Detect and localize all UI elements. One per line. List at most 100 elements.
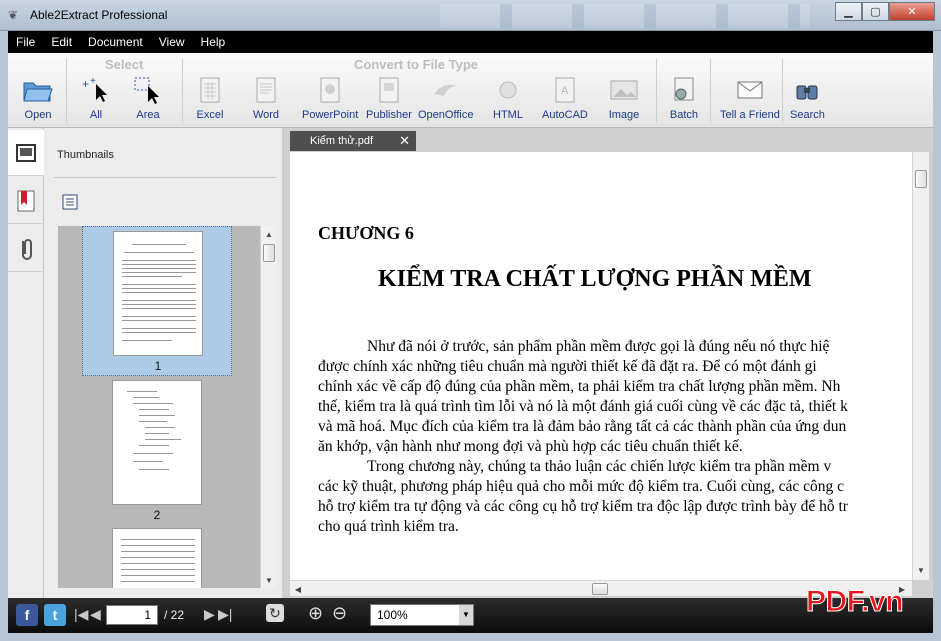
thumbnail-page-number: 1 (154, 359, 162, 373)
scroll-left-arrow-icon[interactable]: ◀ (290, 581, 306, 597)
page-number-input[interactable]: 1 (106, 605, 158, 625)
convert-group-label: Convert to File Type (354, 57, 478, 72)
scroll-down-arrow-icon[interactable]: ▼ (913, 562, 929, 578)
bookmarks-panel-tab[interactable] (8, 178, 44, 224)
thumbnails-panel-tab[interactable] (8, 130, 44, 176)
select-area-button[interactable]: Area (132, 75, 164, 125)
thumbnail-scrollbar[interactable]: ▲ ▼ (260, 226, 276, 588)
menu-document[interactable]: Document (80, 35, 151, 49)
twitter-icon[interactable]: t (44, 604, 66, 626)
convert-html-button[interactable]: HTML (492, 75, 524, 125)
page-thumbnail[interactable]: 2 (82, 378, 232, 528)
image-file-icon (608, 75, 640, 105)
menu-help[interactable]: Help (193, 35, 234, 49)
thumbnail-page-image (112, 380, 202, 505)
chapter-heading: KIỂM TRA CHẤT LƯỢNG PHẦN MỀM (378, 266, 812, 292)
ribbon-ghost-background (440, 4, 810, 28)
body-text-line: và mã hoá. Mục đích của kiểm tra là đảm … (318, 418, 847, 435)
body-text-line: Trong chương này, chúng ta thảo luận các… (367, 458, 832, 475)
window-frame-left (0, 31, 8, 641)
toolbar-separator (66, 59, 67, 123)
scrollbar-thumb[interactable] (592, 583, 608, 595)
body-text-line: ăn khớp, vận hành như mong đợi và phù hợ… (318, 438, 743, 455)
menu-file[interactable]: File (8, 35, 43, 49)
menu-edit[interactable]: Edit (43, 35, 80, 49)
thumbnail-page-image (113, 231, 203, 356)
open-button[interactable]: Open (22, 75, 54, 125)
convert-word-button[interactable]: Word (250, 75, 282, 125)
thumbnail-page-number: 2 (153, 508, 161, 522)
convert-openoffice-button[interactable]: OpenOffice (418, 75, 473, 125)
previous-page-icon[interactable]: ◀ (90, 606, 101, 623)
autocad-file-icon: A (549, 75, 581, 105)
svg-text:+: + (90, 76, 96, 87)
tell-a-friend-button[interactable]: Tell a Friend (720, 75, 780, 125)
html-globe-icon (492, 75, 524, 105)
svg-text:+: + (82, 77, 89, 91)
divider (54, 177, 276, 178)
thumbnails-panel: Thumbnails 1 2 ▲ ▼ (44, 128, 282, 598)
body-text-line: hỗ trợ kiểm tra tự động và các công cụ h… (318, 498, 848, 515)
select-group-label: Select (105, 57, 144, 72)
powerpoint-file-icon (314, 75, 346, 105)
status-bar: f t |◀ ◀ 1 / 22 ▶ ▶| ↻ ⊕ ⊖ 100% ▼ (8, 598, 933, 633)
scrollbar-thumb[interactable] (915, 170, 927, 188)
convert-publisher-button[interactable]: Publisher (366, 75, 412, 125)
publisher-file-icon (373, 75, 405, 105)
close-tab-icon[interactable]: ✕ (399, 133, 410, 149)
first-page-icon[interactable]: |◀ (74, 606, 88, 623)
window-frame-bottom (0, 633, 941, 641)
zoom-select[interactable]: 100% ▼ (370, 604, 474, 626)
toolbar-separator (182, 59, 183, 123)
search-button[interactable]: Search (790, 75, 825, 125)
word-file-icon (250, 75, 282, 105)
chevron-down-icon[interactable]: ▼ (459, 605, 473, 625)
select-area-cursor-icon (132, 75, 164, 105)
scroll-down-arrow-icon[interactable]: ▼ (261, 572, 277, 588)
excel-file-icon (194, 75, 226, 105)
page-thumbnail[interactable] (82, 528, 232, 588)
scroll-up-arrow-icon[interactable]: ▲ (261, 226, 277, 242)
batch-gear-icon (668, 75, 700, 105)
thumbnail-options-icon[interactable] (62, 194, 78, 210)
close-button[interactable]: ✕ (889, 2, 935, 21)
zoom-value: 100% (377, 608, 408, 622)
toolbar-separator (656, 59, 657, 123)
page-total: / 22 (164, 608, 185, 622)
thumbnail-page-image (112, 528, 202, 588)
last-page-icon[interactable]: ▶| (218, 606, 232, 623)
thumbnails-icon (16, 143, 36, 162)
convert-autocad-button[interactable]: A AutoCAD (542, 75, 588, 125)
body-text-line: các kỹ thuật, phương pháp hiệu quả cho m… (318, 478, 845, 495)
facebook-icon[interactable]: f (16, 604, 38, 626)
page-thumbnail[interactable]: 1 (82, 226, 232, 376)
zoom-in-icon[interactable]: ⊕ (308, 603, 323, 624)
convert-powerpoint-button[interactable]: PowerPoint (302, 75, 358, 125)
document-tab[interactable]: Kiểm thử.pdf ✕ (290, 131, 416, 151)
attachments-panel-tab[interactable] (8, 226, 44, 272)
minimize-button[interactable]: ▁ (835, 2, 862, 21)
pdfvn-watermark-logo: PDF.vn (805, 585, 904, 619)
menu-view[interactable]: View (151, 35, 193, 49)
body-text-line: được chính xác những tiêu chuẩn mà người… (318, 358, 817, 375)
document-tab-label: Kiểm thử.pdf (310, 135, 374, 147)
convert-excel-button[interactable]: Excel (194, 75, 226, 125)
body-text-line: chính xác về cấp độ đúng của phần mềm, t… (318, 378, 841, 395)
folder-icon (22, 75, 54, 105)
svg-text:A: A (561, 85, 569, 97)
document-vertical-scrollbar[interactable]: ▼ (912, 152, 929, 580)
convert-image-button[interactable]: Image (608, 75, 640, 125)
paperclip-icon (22, 238, 32, 260)
body-text-line: thế, kiểm tra là quá trình tìm lỗi và nó… (318, 398, 848, 415)
next-page-icon[interactable]: ▶ (204, 606, 215, 623)
menu-bar: File Edit Document View Help (8, 31, 933, 53)
rotate-icon[interactable]: ↻ (266, 604, 284, 622)
batch-button[interactable]: Batch (668, 75, 700, 125)
select-all-button[interactable]: + + All (80, 75, 112, 125)
zoom-out-icon[interactable]: ⊖ (332, 603, 347, 624)
title-bar: ❦ Able2Extract Professional ▁ ▢ ✕ (0, 0, 941, 31)
maximize-button[interactable]: ▢ (862, 2, 889, 21)
scrollbar-thumb[interactable] (263, 244, 275, 262)
window-frame-right (933, 31, 941, 641)
thumbnail-list: 1 2 (58, 226, 260, 588)
